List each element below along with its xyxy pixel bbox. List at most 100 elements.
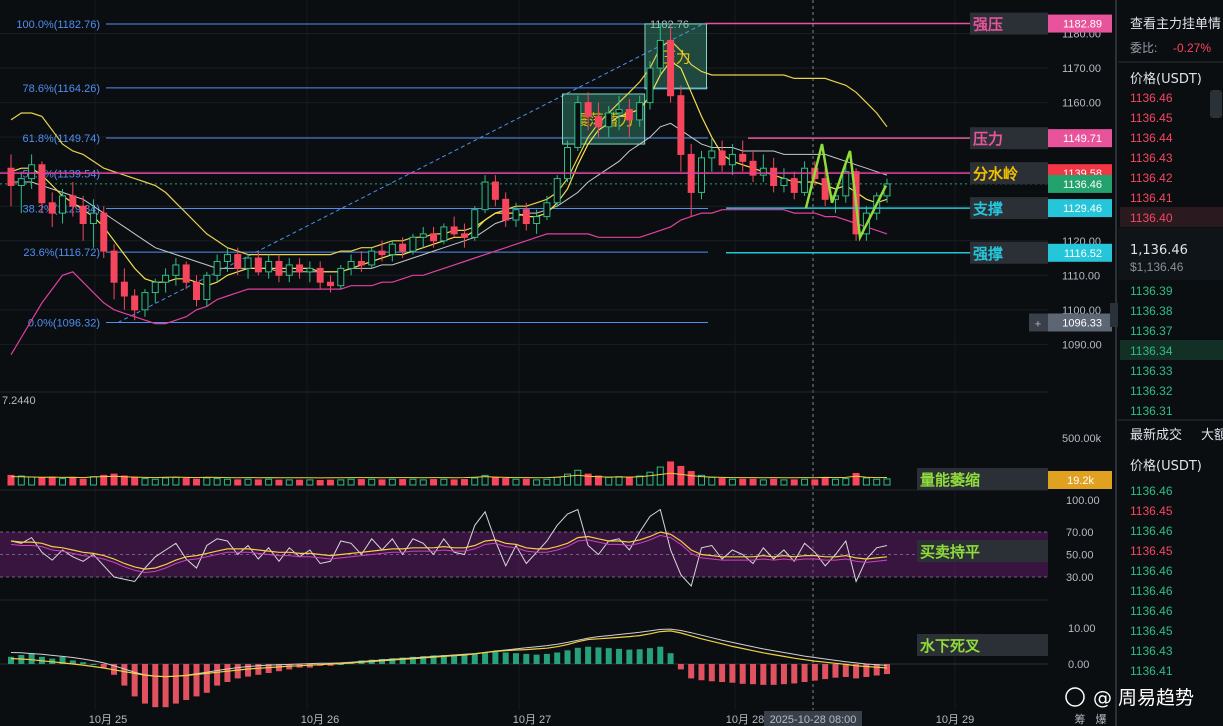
candle-body[interactable] <box>378 250 386 256</box>
candle-body[interactable] <box>677 95 685 155</box>
candle-body[interactable] <box>594 115 602 128</box>
candle-body[interactable] <box>780 178 788 187</box>
chart-canvas[interactable]: 100.0%(1182.76)78.6%(1164.26)61.8%(1149.… <box>0 0 1223 726</box>
candle-body[interactable] <box>564 147 572 180</box>
volume-bar <box>739 478 747 486</box>
volume-bar <box>120 475 128 486</box>
candle-body[interactable] <box>28 164 36 180</box>
candle-body[interactable] <box>285 264 293 276</box>
candle-body[interactable] <box>79 205 87 224</box>
candle-body[interactable] <box>388 243 396 256</box>
macd-histogram-bar <box>646 648 653 664</box>
candle-body[interactable] <box>656 39 664 69</box>
candle-body[interactable] <box>543 202 551 218</box>
candle-body[interactable] <box>584 102 592 117</box>
candle-body[interactable] <box>151 281 159 294</box>
candle-body[interactable] <box>89 212 97 224</box>
candle-body[interactable] <box>522 209 530 224</box>
candle-body[interactable] <box>553 178 561 204</box>
candle-body[interactable] <box>450 226 458 235</box>
candle-body[interactable] <box>48 202 56 214</box>
candle-body[interactable] <box>213 260 221 276</box>
candle-body[interactable] <box>368 250 376 266</box>
candle-body[interactable] <box>471 209 479 238</box>
candle-body[interactable] <box>17 178 25 187</box>
macd-histogram-bar <box>750 664 757 685</box>
macd-histogram-bar <box>214 664 221 686</box>
candle-body[interactable] <box>770 167 778 187</box>
candle-body[interactable] <box>636 102 644 121</box>
candle-body[interactable] <box>162 274 170 283</box>
volume-bar <box>440 478 448 486</box>
candle-body[interactable] <box>69 195 77 207</box>
candle-body[interactable] <box>440 226 448 242</box>
candle-body[interactable] <box>708 150 716 159</box>
candle-body[interactable] <box>667 39 675 97</box>
candle-body[interactable] <box>625 109 633 121</box>
candle-body[interactable] <box>481 181 489 211</box>
candle-body[interactable] <box>347 260 355 269</box>
volume-bar <box>89 476 97 486</box>
candle-body[interactable] <box>265 260 273 273</box>
candle-body[interactable] <box>718 150 726 166</box>
candle-body[interactable] <box>842 171 850 197</box>
rsi-tick-label: 100.00 <box>1066 495 1100 507</box>
volume-bar <box>285 479 293 486</box>
candle-body[interactable] <box>59 195 67 214</box>
candle-body[interactable] <box>502 198 510 221</box>
candle-body[interactable] <box>7 167 15 187</box>
candle-body[interactable] <box>38 164 46 204</box>
macd-histogram-bar <box>152 664 159 708</box>
candle-body[interactable] <box>399 243 407 252</box>
candle-body[interactable] <box>100 212 108 252</box>
candle-body[interactable] <box>419 233 427 238</box>
candle-body[interactable] <box>728 153 736 166</box>
candle-body[interactable] <box>512 209 520 221</box>
candle-body[interactable] <box>223 254 231 262</box>
candle-body[interactable] <box>193 281 201 300</box>
candle-body[interactable] <box>491 181 499 200</box>
scrollbar-thumb[interactable] <box>1210 90 1222 118</box>
price-tick-label: 1090.00 <box>1062 339 1102 351</box>
bid-price: 1136.34 <box>1130 344 1173 358</box>
volume-bar <box>594 475 602 486</box>
candle-body[interactable] <box>234 254 242 269</box>
candle-body[interactable] <box>801 167 809 193</box>
volume-bar <box>553 476 561 486</box>
candle-body[interactable] <box>172 264 180 276</box>
candle-body[interactable] <box>337 267 345 287</box>
candle-body[interactable] <box>790 178 798 193</box>
candle-body[interactable] <box>141 292 149 311</box>
candle-body[interactable] <box>460 233 468 238</box>
candle-body[interactable] <box>131 295 139 311</box>
candle-body[interactable] <box>605 112 613 128</box>
candle-body[interactable] <box>409 236 417 252</box>
candle-body[interactable] <box>203 274 211 300</box>
candle-body[interactable] <box>182 264 190 283</box>
candle-body[interactable] <box>110 250 118 283</box>
candle-body[interactable] <box>574 102 582 149</box>
volume-pane: 500.00k 19.2k 量能萎缩 <box>7 433 1112 490</box>
ask-price: 1136.40 <box>1130 211 1173 225</box>
candle-body[interactable] <box>306 267 314 273</box>
macd-histogram-bar <box>719 664 726 682</box>
candle-body[interactable] <box>533 216 541 224</box>
candle-body[interactable] <box>120 281 128 297</box>
candle-body[interactable] <box>615 109 623 114</box>
candle-body[interactable] <box>697 157 705 193</box>
candle-body[interactable] <box>326 281 334 287</box>
candle-body[interactable] <box>275 260 283 276</box>
volume-bar <box>728 478 736 486</box>
candle-body[interactable] <box>739 153 747 162</box>
candle-body[interactable] <box>254 257 262 273</box>
volume-bar <box>842 478 850 486</box>
candle-body[interactable] <box>357 260 365 266</box>
candle-body[interactable] <box>316 267 324 283</box>
candle-body[interactable] <box>646 67 654 104</box>
candle-body[interactable] <box>244 257 252 269</box>
candle-body[interactable] <box>759 167 767 176</box>
rsi-pane: 100.00 70.00 50.00 30.00 买卖持平 <box>0 495 1100 588</box>
candle-body[interactable] <box>430 233 438 242</box>
candle-body[interactable] <box>296 264 304 273</box>
volume-bar <box>275 479 283 486</box>
